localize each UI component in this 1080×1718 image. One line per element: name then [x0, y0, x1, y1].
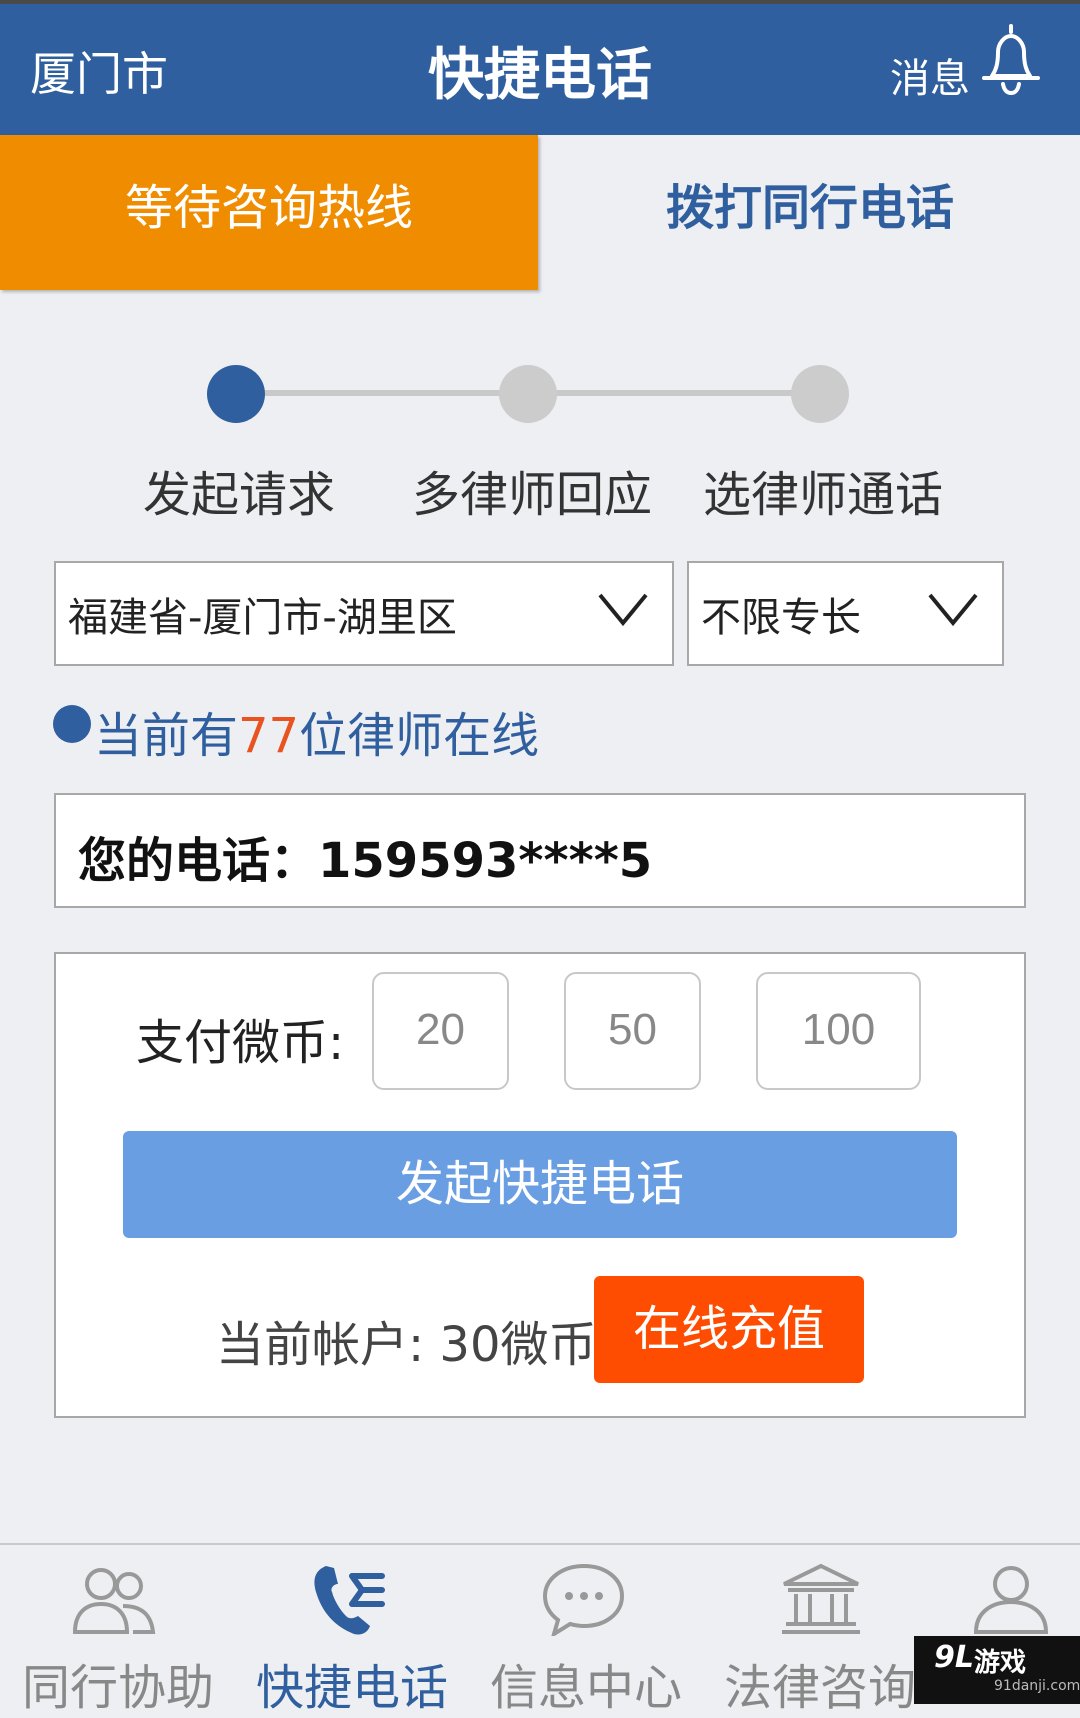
region-value: 福建省-厦门市-湖里区 — [68, 595, 457, 641]
chat-icon[interactable] — [541, 1562, 627, 1636]
chevron-down-icon — [928, 593, 978, 627]
watermark-name: 游戏 — [974, 1648, 1027, 1678]
step-label-2: 多律师回应 — [412, 467, 653, 523]
coin-option-50[interactable]: 50 — [564, 972, 701, 1090]
bell-icon[interactable] — [978, 22, 1044, 98]
step-dot-3 — [791, 365, 849, 423]
pay-coins-label: 支付微币: — [136, 1015, 345, 1071]
tab-label: 等待咨询热线 — [124, 180, 413, 236]
nav-label-info-center[interactable]: 信息中心 — [490, 1648, 682, 1718]
watermark: 9L 游戏 91danji.com — [914, 1636, 1080, 1704]
specialty-value: 不限专长 — [701, 595, 861, 641]
nav-label-legal-consult[interactable]: 法律咨询 — [724, 1648, 916, 1718]
watermark-logo: 9L — [934, 1640, 974, 1675]
messages-label[interactable]: 消息 — [890, 46, 970, 104]
phone-field[interactable]: 您的电话：159593****5 — [54, 793, 1026, 908]
phone-icon[interactable] — [308, 1562, 394, 1636]
online-prefix: 当前有 — [94, 708, 239, 764]
chevron-down-icon — [598, 593, 648, 627]
start-quick-call-button[interactable]: 发起快捷电话 — [123, 1131, 957, 1238]
online-indicator — [53, 705, 91, 743]
specialty-select[interactable]: 不限专长 — [687, 561, 1004, 666]
online-suffix: 位律师在线 — [299, 708, 540, 764]
account-balance: 当前帐户: 30微币 — [216, 1317, 597, 1373]
tab-waiting-hotline[interactable]: 等待咨询热线 — [0, 135, 538, 290]
step-dot-1 — [207, 365, 265, 423]
nav-label-quick-call[interactable]: 快捷电话 — [256, 1648, 448, 1718]
step-label-1: 发起请求 — [143, 467, 336, 523]
region-select[interactable]: 福建省-厦门市-湖里区 — [54, 561, 674, 666]
coin-option-100[interactable]: 100 — [756, 972, 921, 1090]
nav-label-peer-help[interactable]: 同行协助 — [22, 1648, 214, 1718]
courthouse-icon[interactable] — [778, 1562, 864, 1636]
user-icon[interactable] — [968, 1562, 1054, 1636]
step-dot-2 — [499, 365, 557, 423]
online-status: 当前有77位律师在线 — [94, 696, 539, 766]
watermark-url: 91danji.com — [994, 1678, 1080, 1694]
coin-option-20[interactable]: 20 — [372, 972, 509, 1090]
phone-text: 您的电话：159593****5 — [78, 833, 653, 889]
recharge-button[interactable]: 在线充值 — [594, 1276, 864, 1383]
tab-call-peer[interactable]: 拨打同行电话 — [540, 135, 1080, 290]
users-icon[interactable] — [71, 1562, 157, 1636]
tab-label: 拨打同行电话 — [665, 180, 954, 236]
online-count: 77 — [238, 708, 300, 764]
step-label-3: 选律师通话 — [703, 467, 944, 523]
